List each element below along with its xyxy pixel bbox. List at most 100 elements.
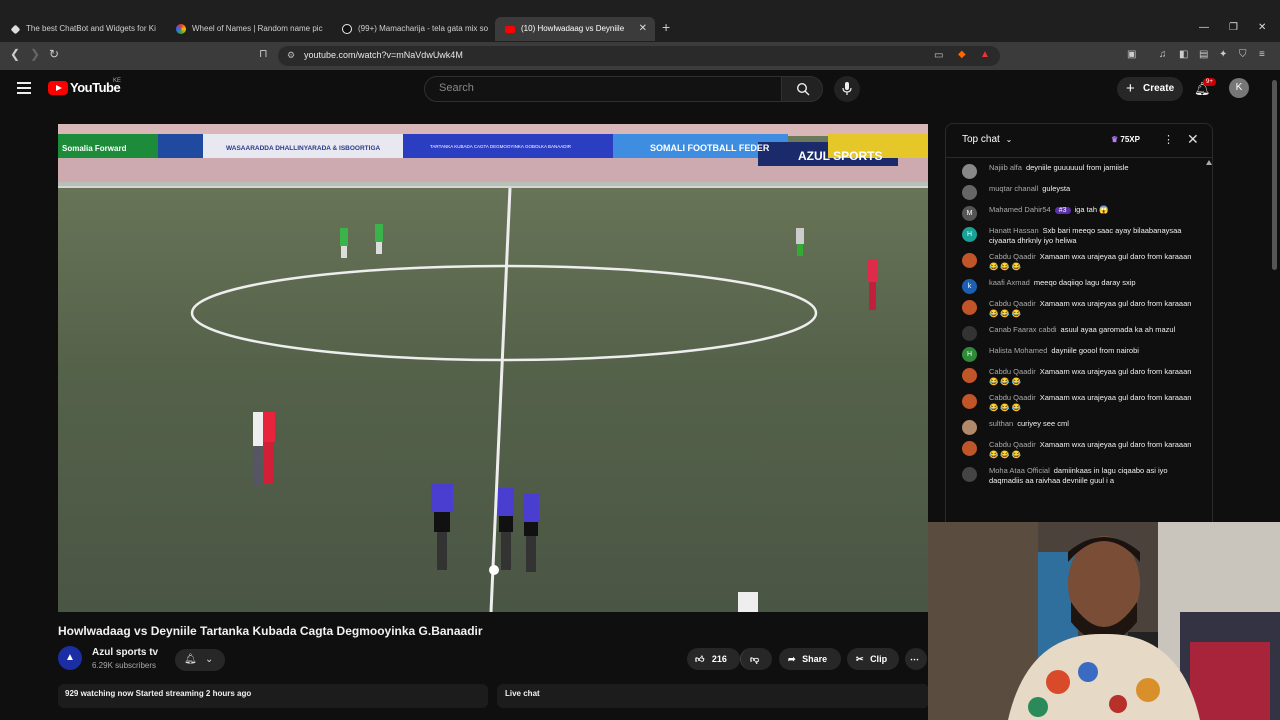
- reload-icon[interactable]: ↻: [49, 47, 59, 61]
- menu-icon[interactable]: ≡: [1259, 49, 1271, 61]
- chat-message-list[interactable]: Najiib alfa deyniile guuuuuul from jamiis…: [946, 160, 1208, 489]
- close-window-icon[interactable]: ✕: [1258, 22, 1266, 33]
- minimize-icon[interactable]: —: [1199, 22, 1209, 33]
- chat-author[interactable]: Mahamed Dahir54: [989, 205, 1051, 214]
- chat-avatar[interactable]: [962, 326, 977, 341]
- chat-message[interactable]: Cabdu Qaadir Xamaam wxa urajeyaa gul daro…: [946, 390, 1208, 416]
- voice-search-button[interactable]: [834, 76, 860, 102]
- chat-avatar[interactable]: [962, 467, 977, 482]
- tab-chatbot[interactable]: The best ChatBot and Widgets for Ki: [0, 17, 164, 41]
- live-chat-bar[interactable]: Live chat: [497, 684, 929, 708]
- chat-message[interactable]: muqtar chanall guleysta: [946, 181, 1208, 202]
- new-tab-button[interactable]: +: [662, 19, 670, 35]
- forward-icon[interactable]: ❯: [30, 47, 40, 61]
- bell-icon: 🔔︎: [184, 654, 197, 665]
- chat-mode-dropdown[interactable]: Top chat ⌄: [962, 134, 1012, 145]
- chat-avatar[interactable]: H: [962, 347, 977, 362]
- xp-badge[interactable]: ♛ 75XP: [1111, 135, 1140, 144]
- chat-message[interactable]: Canab Faarax cabdi asuul ayaa garomada ka…: [946, 322, 1208, 343]
- more-actions-button[interactable]: ⋯: [905, 648, 927, 670]
- chat-author[interactable]: Cabdu Qaadir: [989, 367, 1036, 376]
- chat-message[interactable]: H Hanatt Hassan Sxb bari meeqo saac ayay b…: [946, 223, 1208, 249]
- chat-message[interactable]: sulthan curiyey see cml: [946, 416, 1208, 437]
- video-title: Howlwadaag vs Deyniile Tartanka Kubada C…: [58, 624, 483, 638]
- maximize-icon[interactable]: ❐: [1229, 22, 1238, 33]
- chat-author[interactable]: muqtar chanall: [989, 184, 1038, 193]
- chat-scrollbar[interactable]: [1206, 160, 1212, 522]
- chat-author[interactable]: Cabdu Qaadir: [989, 252, 1036, 261]
- tab-title: (10) Howlwadaag vs Deyniile: [521, 24, 625, 33]
- chat-avatar[interactable]: [962, 394, 977, 409]
- chat-message[interactable]: Cabdu Qaadir Xamaam wxa urajeyaa gul daro…: [946, 437, 1208, 463]
- close-tab-icon[interactable]: ✕: [639, 17, 647, 41]
- chat-avatar[interactable]: k: [962, 279, 977, 294]
- chat-avatar[interactable]: [962, 420, 977, 435]
- watermark-azul-sports: AZUL SPORTS: [798, 149, 882, 163]
- tab-search-icon[interactable]: ▣: [1127, 49, 1139, 61]
- youtube-logo-icon[interactable]: [48, 81, 68, 95]
- chat-author[interactable]: Hanatt Hassan: [989, 226, 1039, 235]
- search-button[interactable]: [781, 76, 823, 102]
- cast-icon[interactable]: ▭: [934, 50, 946, 62]
- chat-message[interactable]: H Halista Mohamed dayniile goool from nair…: [946, 343, 1208, 364]
- chat-author[interactable]: Cabdu Qaadir: [989, 299, 1036, 308]
- chat-message[interactable]: Najiib alfa deyniile guuuuuul from jamiis…: [946, 160, 1208, 181]
- sidebar-icon[interactable]: ◧: [1179, 49, 1191, 61]
- address-bar[interactable]: ⚙ youtube.com/watch?v=mNaVdwUwk4M ▭ ◆ ▲: [278, 46, 1000, 66]
- brave-shield-icon[interactable]: ◆: [958, 49, 970, 61]
- chat-author[interactable]: Cabdu Qaadir: [989, 440, 1036, 449]
- chat-author[interactable]: Moha Ataa Official: [989, 466, 1050, 475]
- chat-author[interactable]: Canab Faarax cabdi: [989, 325, 1057, 334]
- chat-avatar[interactable]: H: [962, 227, 977, 242]
- chat-author[interactable]: Najiib alfa: [989, 163, 1022, 172]
- wallet-icon[interactable]: ▤: [1199, 49, 1211, 61]
- close-chat-icon[interactable]: ✕: [1187, 131, 1199, 148]
- search-input[interactable]: [439, 82, 759, 94]
- chat-author[interactable]: Halista Mohamed: [989, 346, 1047, 355]
- chat-avatar[interactable]: [962, 300, 977, 315]
- rewards-icon[interactable]: ▲: [980, 49, 992, 61]
- chat-avatar[interactable]: [962, 441, 977, 456]
- chat-avatar[interactable]: [962, 253, 977, 268]
- chat-message[interactable]: Cabdu Qaadir Xamaam wxa urajeyaa gul daro…: [946, 296, 1208, 322]
- chat-message[interactable]: Cabdu Qaadir Xamaam wxa urajeyaa gul daro…: [946, 249, 1208, 275]
- share-button[interactable]: ➦ Share: [779, 648, 841, 670]
- chat-menu-icon[interactable]: ⋮: [1163, 133, 1174, 146]
- scroll-up-icon[interactable]: [1206, 160, 1212, 165]
- video-player[interactable]: Somalia Forward WASAARADDA DHALLINYARADA…: [58, 124, 928, 612]
- chat-avatar[interactable]: [962, 164, 977, 179]
- back-icon[interactable]: ❮: [10, 47, 20, 61]
- channel-avatar[interactable]: ▲: [58, 646, 82, 670]
- hamburger-menu-icon[interactable]: [17, 82, 31, 97]
- chat-avatar[interactable]: M: [962, 206, 977, 221]
- chat-message[interactable]: k kaafi Axmad meeqo daqiiqo lagu daray sxi…: [946, 275, 1208, 296]
- tab-youtube-active[interactable]: (10) Howlwadaag vs Deyniile ✕: [495, 17, 655, 41]
- subscriber-count: 6.29K subscribers: [92, 661, 157, 670]
- share-label: Share: [802, 654, 828, 664]
- tab-tiktok[interactable]: (99+) Mamacharija - tela gata mix so: [332, 17, 492, 41]
- bookmark-icon[interactable]: ⊓: [259, 47, 268, 60]
- like-button[interactable]: 👍︎ 216: [687, 648, 740, 670]
- tab-wheel-of-names[interactable]: Wheel of Names | Random name pic: [166, 17, 330, 41]
- chat-avatar[interactable]: [962, 185, 977, 200]
- dislike-button[interactable]: 👎︎: [740, 648, 772, 670]
- search-box[interactable]: [424, 76, 782, 102]
- page-scrollbar[interactable]: [1272, 80, 1277, 270]
- chat-message[interactable]: Moha Ataa Official damiinkaas in lagu ciq…: [946, 463, 1208, 489]
- channel-name[interactable]: Azul sports tv: [92, 647, 158, 658]
- chat-message[interactable]: Cabdu Qaadir Xamaam wxa urajeyaa gul daro…: [946, 364, 1208, 390]
- subscription-notification-button[interactable]: 🔔︎ ⌄: [175, 649, 225, 671]
- description-box[interactable]: 929 watching now Started streaming 2 hou…: [58, 684, 488, 708]
- chat-author[interactable]: sulthan: [989, 419, 1013, 428]
- create-button[interactable]: + Create: [1117, 77, 1183, 101]
- chat-avatar[interactable]: [962, 368, 977, 383]
- chat-message[interactable]: M Mahamed Dahir54 #3 iga tah 😱: [946, 202, 1208, 223]
- site-info-icon[interactable]: ⚙: [287, 50, 295, 61]
- chat-author[interactable]: Cabdu Qaadir: [989, 393, 1036, 402]
- chat-author[interactable]: kaafi Axmad: [989, 278, 1030, 287]
- clip-button[interactable]: ✂ Clip: [847, 648, 899, 670]
- leo-ai-icon[interactable]: ✦: [1219, 49, 1231, 61]
- media-icon[interactable]: ♫: [1159, 49, 1171, 61]
- account-avatar[interactable]: K: [1229, 78, 1249, 98]
- vpn-icon[interactable]: ⛉: [1239, 49, 1251, 61]
